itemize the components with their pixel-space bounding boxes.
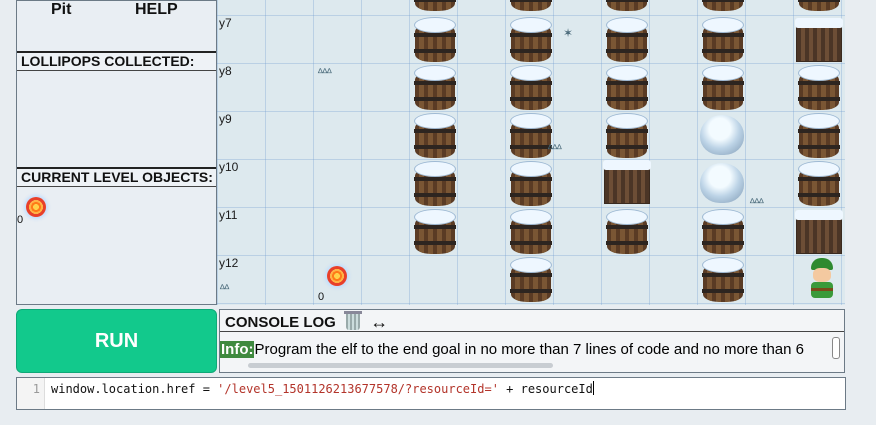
barrel-obstacle: [606, 209, 648, 255]
code-prefix: window.location.href =: [51, 382, 218, 396]
text-cursor: [592, 381, 594, 395]
row-label-y8: y8: [219, 64, 232, 78]
console-log-panel: CONSOLE LOG ↔ Info:Program the elf to th…: [219, 309, 845, 373]
left-tabs: Pit HELP: [17, 1, 216, 23]
tab-help[interactable]: HELP: [135, 1, 178, 19]
barrel-obstacle: [606, 65, 648, 111]
elf-character: [805, 258, 839, 304]
info-tag: Info:: [220, 341, 255, 358]
snow-grass-decoration: ᐞᐞ: [219, 282, 230, 296]
game-board: y7 y8 y9 y10 y11 y12 ✶ ᐞᐞᐞ ᐞᐞᐞ ᐞᐞᐞ ᐞᐞ 0: [217, 0, 845, 305]
barrel-obstacle: [414, 0, 456, 12]
barrel-obstacle: [414, 17, 456, 63]
left-panel: Pit HELP LOLLIPOPS COLLECTED: CURRENT LE…: [16, 0, 217, 305]
barrel-obstacle: [702, 17, 744, 63]
barrel-obstacle: [510, 209, 552, 255]
barrel-obstacle: [798, 0, 840, 12]
current-level-objects-header: CURRENT LEVEL OBJECTS:: [17, 167, 216, 187]
barrel-obstacle: [414, 65, 456, 111]
lollipop-icon: [26, 197, 46, 217]
code-suffix: + resourceId: [498, 382, 593, 396]
lollipop-icon: [327, 266, 347, 286]
snow-grass-decoration: ᐞᐞᐞ: [317, 66, 333, 80]
code-string: '/level5_1501126213677578/?resourceId=': [217, 382, 499, 396]
run-button[interactable]: RUN: [16, 309, 217, 373]
row-label-y7: y7: [219, 16, 232, 30]
barrel-obstacle: [510, 17, 552, 63]
barrel-obstacle: [606, 17, 648, 63]
console-log-line: Info:Program the elf to the end goal in …: [220, 339, 832, 361]
lollipop-count: 0: [318, 291, 325, 303]
barrel-obstacle: [414, 209, 456, 255]
barrel-obstacle: [702, 65, 744, 111]
snow-grass-decoration: ᐞᐞᐞ: [547, 142, 563, 156]
barrel-obstacle: [510, 113, 552, 159]
barrel-obstacle: [606, 113, 648, 159]
snowball-obstacle: [700, 163, 744, 203]
fence-obstacle: [603, 160, 651, 204]
console-title: CONSOLE LOG: [225, 314, 336, 331]
trash-icon[interactable]: [344, 311, 363, 330]
barrel-obstacle: [414, 113, 456, 159]
snow-grass-decoration: ᐞᐞᐞ: [749, 196, 765, 210]
line-number: 1: [17, 378, 45, 409]
fence-obstacle: [795, 210, 843, 254]
barrel-obstacle: [510, 257, 552, 303]
row-label-y9: y9: [219, 112, 232, 126]
log-message: Program the elf to the end goal in no mo…: [254, 341, 805, 358]
barrel-obstacle: [510, 65, 552, 111]
row-label-y10: y10: [219, 160, 239, 174]
snow-grass-decoration: ✶: [563, 26, 573, 40]
code-editor[interactable]: 1 window.location.href = '/level5_150112…: [16, 377, 846, 410]
row-label-y12: y12: [219, 256, 239, 270]
barrel-obstacle: [606, 0, 648, 12]
barrel-obstacle: [510, 0, 552, 12]
fence-obstacle: [795, 18, 843, 62]
objects-count: 0: [17, 214, 24, 226]
console-horizontal-scrollbar[interactable]: [248, 363, 553, 368]
console-vertical-scrollbar[interactable]: [832, 337, 840, 359]
barrel-obstacle: [702, 209, 744, 255]
barrel-obstacle: [702, 0, 744, 12]
barrel-obstacle: [510, 161, 552, 207]
barrel-obstacle: [798, 161, 840, 207]
barrel-obstacle: [702, 257, 744, 303]
barrel-obstacle: [798, 65, 840, 111]
tab-pit[interactable]: Pit: [51, 1, 71, 19]
resize-arrows-icon[interactable]: ↔: [370, 310, 388, 334]
barrel-obstacle: [414, 161, 456, 207]
lollipops-collected-header: LOLLIPOPS COLLECTED:: [17, 51, 216, 71]
snowball-obstacle: [700, 115, 744, 155]
code-line[interactable]: window.location.href = '/level5_15011262…: [51, 378, 594, 400]
row-label-y11: y11: [219, 208, 238, 222]
barrel-obstacle: [798, 113, 840, 159]
console-header: CONSOLE LOG ↔: [220, 310, 844, 332]
